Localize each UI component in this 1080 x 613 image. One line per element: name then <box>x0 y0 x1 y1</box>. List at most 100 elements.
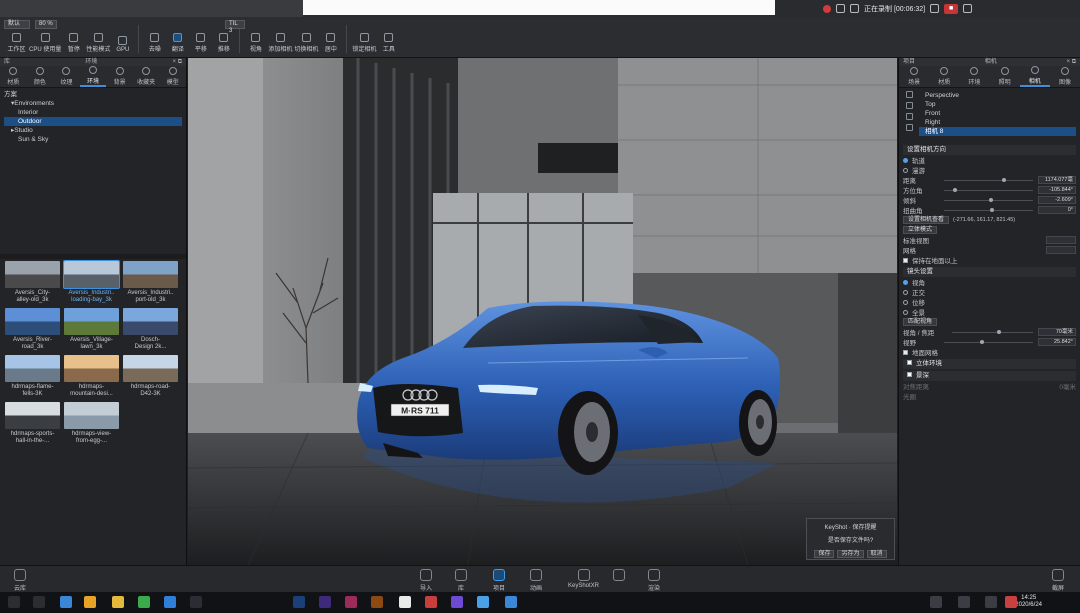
stereo-view-value[interactable] <box>1046 236 1076 244</box>
library-tab-3[interactable]: 环境 <box>79 66 107 87</box>
file-explorer-icon[interactable] <box>112 596 124 608</box>
project-tab-2[interactable]: 环境 <box>959 66 989 87</box>
property-value-field[interactable]: 0° <box>1038 206 1076 214</box>
stop-recording-button[interactable]: ■ <box>944 3 959 14</box>
keyshot-icon[interactable] <box>477 596 489 608</box>
cpu-percent-select[interactable]: 80 % <box>35 20 57 29</box>
panel-close-icon[interactable]: × ⧉ <box>173 58 182 66</box>
slider-knob[interactable] <box>1001 177 1006 182</box>
settings-icon[interactable] <box>850 4 859 13</box>
grid-value[interactable] <box>1046 246 1076 254</box>
toolbar-item-7[interactable]: 平移 <box>190 19 211 53</box>
render-viewport[interactable]: M·RS 711 <box>188 58 897 565</box>
camera-list-item[interactable]: Top <box>919 100 1076 109</box>
tree-item[interactable]: ▾Environments <box>4 99 182 108</box>
store-icon[interactable] <box>60 596 72 608</box>
close-icon[interactable] <box>963 4 973 13</box>
dock-item-5[interactable]: 渲染 <box>648 569 660 592</box>
search-icon[interactable] <box>836 4 845 13</box>
qq-icon[interactable] <box>190 596 202 608</box>
project-tab-1[interactable]: 材质 <box>929 66 959 87</box>
toolbar-item-9[interactable]: 视角 <box>245 19 266 53</box>
network-icon[interactable] <box>930 596 942 608</box>
tree-item[interactable]: ▸Studio <box>4 126 182 135</box>
notification-icon[interactable] <box>1005 596 1017 608</box>
dock-item-gray[interactable] <box>613 569 625 581</box>
pause-icon[interactable] <box>930 4 940 13</box>
camera-list-item[interactable]: Front <box>919 109 1076 118</box>
screenshot-button[interactable]: 截屏 <box>1052 569 1064 592</box>
environment-thumbnail[interactable]: Dosch- Design 2k... <box>122 308 179 353</box>
record-dot-icon[interactable] <box>823 4 831 13</box>
ground-grid-checkbox[interactable] <box>903 349 908 355</box>
toolbar-item-4[interactable]: GPU <box>112 19 133 53</box>
toolbar-item-6[interactable]: 翻译 <box>167 19 188 53</box>
fov-slider[interactable] <box>952 329 1033 334</box>
recorder-icon[interactable] <box>505 596 517 608</box>
lock-camera-icon[interactable] <box>905 113 913 120</box>
toolbar-item-11[interactable]: 切换相机 <box>294 19 318 53</box>
lens-option[interactable]: 正交 <box>903 287 1076 297</box>
orbit-radio[interactable] <box>903 157 908 163</box>
dock-item-4[interactable]: KeyShotXR <box>568 569 599 589</box>
refresh-icon[interactable] <box>905 124 913 131</box>
photoshop-icon[interactable] <box>293 596 305 608</box>
slider-knob[interactable] <box>990 207 995 212</box>
keep-above-ground-checkbox[interactable] <box>903 257 908 263</box>
task-view-icon[interactable] <box>33 596 45 608</box>
lens-option-radio[interactable] <box>903 309 908 315</box>
walk-radio[interactable] <box>903 167 908 173</box>
environment-thumbnail[interactable]: Aversis_Industri.. loading-bay_3k <box>63 260 120 306</box>
environment-thumbnail[interactable]: hdrmaps-road- D42-3K <box>122 355 179 400</box>
cancel-button[interactable]: 取消 <box>866 550 887 558</box>
chat-icon[interactable] <box>138 596 150 608</box>
property-slider[interactable] <box>944 197 1033 202</box>
app-icon[interactable] <box>425 596 437 608</box>
match-perspective-button[interactable]: 匹配视角 <box>903 318 938 326</box>
volume-icon[interactable] <box>958 596 970 608</box>
environment-thumbnail[interactable]: Aversis_City- alley-old_3k <box>4 261 61 306</box>
add-camera-icon[interactable] <box>905 91 913 98</box>
dock-item-1[interactable]: 库 <box>455 569 467 592</box>
lens-option[interactable]: 位移 <box>903 297 1076 307</box>
project-tab-0[interactable]: 场景 <box>899 66 929 87</box>
ime-icon[interactable] <box>985 596 997 608</box>
lens-option-radio[interactable] <box>903 289 908 295</box>
slider-knob[interactable] <box>988 197 993 202</box>
toolbar-item-3[interactable]: 性能模式 <box>86 19 110 53</box>
save-button[interactable]: 保存 <box>814 550 835 558</box>
chrome-icon[interactable] <box>399 596 411 608</box>
dock-item-0[interactable]: 导入 <box>420 569 432 592</box>
browser-icon[interactable] <box>84 596 96 608</box>
lens-option[interactable]: 视角 <box>903 277 1076 287</box>
environment-thumbnail[interactable]: Aversis_Industri.. port-old_3k <box>122 261 179 306</box>
dock-item-2[interactable]: 项目 <box>493 569 505 592</box>
dock-item-3[interactable]: 动画 <box>530 569 542 592</box>
panel-close-icon[interactable]: × ⧉ <box>1067 58 1076 66</box>
game-icon[interactable] <box>451 596 463 608</box>
cloud-library-button[interactable]: 云库 <box>14 569 26 592</box>
edge-icon[interactable] <box>164 596 176 608</box>
remove-camera-icon[interactable] <box>905 102 913 109</box>
property-value-field[interactable]: 1174.077毫 <box>1038 176 1076 184</box>
property-value-field[interactable]: -105.844° <box>1038 186 1076 194</box>
save-as-button[interactable]: 另存为 <box>837 550 864 558</box>
tree-root[interactable]: 方案 <box>4 90 182 99</box>
set-look-at-button[interactable]: 设置相机查看 <box>903 216 950 224</box>
project-tab-5[interactable]: 图像 <box>1050 66 1080 87</box>
tree-item[interactable]: Sun & Sky <box>4 135 182 144</box>
illustrator-icon[interactable] <box>371 596 383 608</box>
library-tab-2[interactable]: 纹理 <box>53 66 80 87</box>
fov-value[interactable]: 70毫米 <box>1038 328 1076 336</box>
lens-option-radio[interactable] <box>903 299 908 305</box>
library-tab-0[interactable]: 材质 <box>0 66 27 87</box>
lens-option-radio[interactable] <box>903 279 908 285</box>
project-tab-3[interactable]: 照明 <box>990 66 1020 87</box>
toolbar-item-12[interactable]: 居中 <box>320 19 341 53</box>
property-value-field[interactable]: -2.609° <box>1038 196 1076 204</box>
environment-thumbnail[interactable]: hdrmaps-view- from-egg-... <box>63 402 120 447</box>
environment-thumbnail[interactable]: hdrmaps-flame- fells-3K <box>4 355 61 400</box>
toolbar-item-14[interactable]: 工具 <box>378 19 399 53</box>
library-tab-1[interactable]: 颜色 <box>27 66 54 87</box>
environment-thumbnail[interactable]: hdrmaps-sports- hall-in-the-... <box>4 402 61 447</box>
